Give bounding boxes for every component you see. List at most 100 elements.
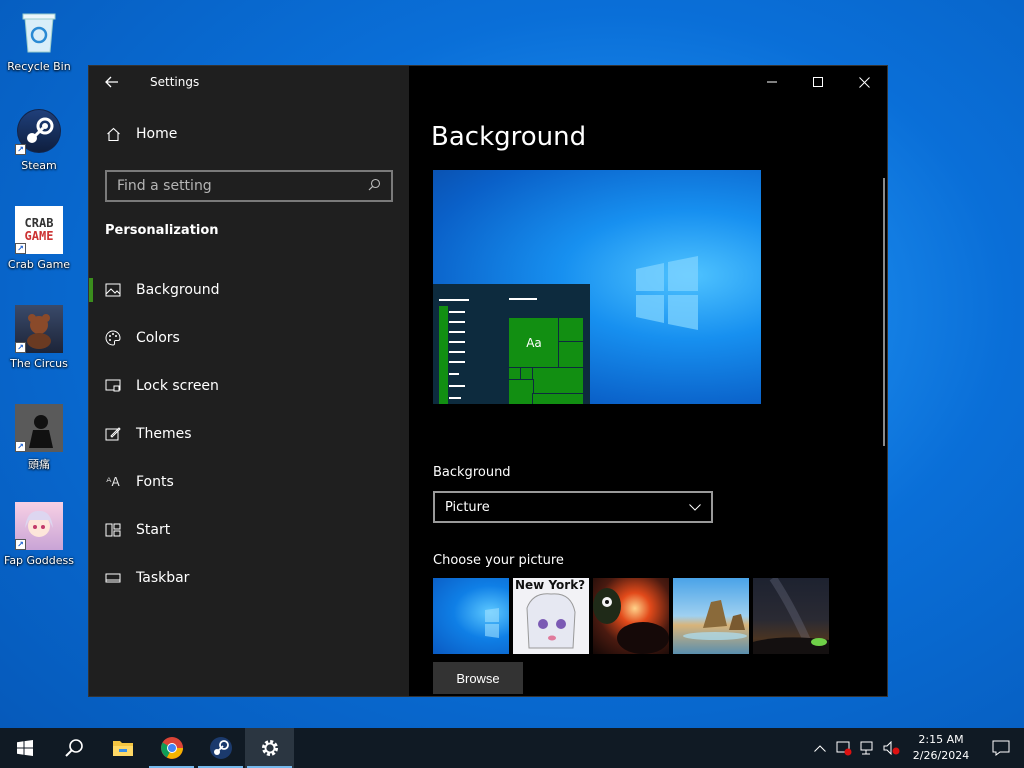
shortcut-arrow-icon: ↗	[15, 342, 26, 353]
chrome-button[interactable]	[147, 728, 196, 768]
page-title: Background	[431, 122, 587, 152]
steam-icon: ↗	[15, 107, 63, 155]
taskbar-clock[interactable]: 2:15 AM 2/26/2024	[910, 732, 972, 764]
security-alert-icon[interactable]	[832, 728, 856, 768]
content-scrollbar[interactable]	[883, 178, 885, 446]
desktop-icon-label: Steam	[21, 159, 57, 172]
system-tray: 2:15 AM 2/26/2024	[808, 728, 1024, 768]
home-label: Home	[136, 126, 178, 142]
section-title: Personalization	[105, 223, 219, 238]
desktop-icon-label: Recycle Bin	[7, 60, 71, 73]
window-controls	[749, 66, 887, 98]
desktop-icon-recycle-bin[interactable]: Recycle Bin	[2, 8, 76, 73]
find-setting-search[interactable]: Find a setting	[105, 170, 393, 202]
nav-item-fonts[interactable]: ᴬA Fonts	[89, 458, 409, 506]
file-explorer-icon	[112, 741, 133, 756]
volume-muted-icon[interactable]	[880, 728, 904, 768]
close-button[interactable]	[841, 66, 887, 98]
nav-item-background[interactable]: Background	[89, 266, 409, 314]
nav-item-themes[interactable]: Themes	[89, 410, 409, 458]
preview-start-menu: Aa	[433, 284, 590, 404]
nav-label: Fonts	[136, 474, 174, 490]
thumbnail-anime-new-york[interactable]: New York?	[513, 578, 589, 654]
nav-label: Start	[136, 522, 171, 538]
clock-date: 2/26/2024	[912, 749, 970, 762]
desktop-icon-fap-goddess[interactable]: ↗ Fap Goddess	[2, 502, 76, 567]
nav-item-lock-screen[interactable]: Lock screen	[89, 362, 409, 410]
desktop-icon-label: Fap Goddess	[4, 554, 74, 567]
nav-label: Taskbar	[136, 570, 190, 586]
nav-label: Colors	[136, 330, 180, 346]
desktop-icon-steam[interactable]: ↗ Steam	[2, 107, 76, 172]
home-link[interactable]: Home	[105, 126, 177, 142]
settings-icon	[261, 740, 278, 756]
nav-item-start[interactable]: Start	[89, 506, 409, 554]
palette-icon	[105, 330, 121, 346]
start-icon	[105, 522, 121, 538]
notification-center-button[interactable]	[978, 728, 1024, 768]
thumbnail-beach-rocks[interactable]	[673, 578, 749, 654]
browse-button[interactable]: Browse	[433, 662, 523, 694]
file-explorer-button[interactable]	[98, 728, 147, 768]
desktop-icon-label: The Circus	[10, 357, 68, 370]
thumbnail-space-meme[interactable]	[593, 578, 669, 654]
background-label: Background	[433, 465, 511, 480]
recycle-bin-icon	[15, 8, 63, 56]
close-icon	[858, 76, 870, 88]
image-icon	[105, 282, 121, 298]
steam-taskbar-button[interactable]	[196, 728, 245, 768]
desktop-icon-zutsuu[interactable]: ↗ 頭痛	[2, 404, 76, 472]
crab-game-icon: CRAB GAME ↗	[15, 206, 63, 254]
back-button[interactable]	[89, 66, 135, 98]
nav-label: Background	[136, 282, 220, 298]
settings-sidebar: Settings Home Find a setting Personaliza…	[89, 66, 409, 696]
shortcut-arrow-icon: ↗	[15, 243, 26, 254]
chrome-icon	[160, 737, 183, 759]
picture-thumbnails: New York?	[433, 578, 829, 654]
search-placeholder: Find a setting	[117, 178, 212, 194]
start-button[interactable]	[0, 728, 49, 768]
start-icon	[16, 740, 33, 756]
clock-time: 2:15 AM	[918, 733, 964, 746]
shortcut-arrow-icon: ↗	[15, 539, 26, 550]
thumbnail-night-sky[interactable]	[753, 578, 829, 654]
settings-taskbar-button[interactable]	[245, 728, 294, 768]
search-button[interactable]	[49, 728, 98, 768]
windows-logo-icon	[636, 256, 698, 330]
home-icon	[105, 126, 121, 142]
thumbnail-windows-blue[interactable]	[433, 578, 509, 654]
settings-content: Background Aa Background Picture Choose …	[409, 66, 887, 696]
chevron-up-icon[interactable]	[808, 728, 832, 768]
maximize-button[interactable]	[795, 66, 841, 98]
window-title: Settings	[150, 75, 200, 89]
network-icon[interactable]	[856, 728, 880, 768]
search-icon	[368, 178, 381, 195]
the-circus-icon: ↗	[15, 305, 63, 353]
choose-picture-label: Choose your picture	[433, 553, 564, 568]
maximize-icon	[813, 77, 823, 87]
minimize-icon	[767, 81, 777, 83]
fap-goddess-icon: ↗	[15, 502, 63, 550]
desktop-icon-label: Crab Game	[7, 258, 71, 271]
zutsuu-icon: ↗	[15, 404, 63, 452]
desktop-icon-crab-game[interactable]: CRAB GAME ↗ Crab Game	[2, 206, 76, 271]
nav-item-taskbar[interactable]: Taskbar	[89, 554, 409, 602]
desktop-icon-the-circus[interactable]: ↗ The Circus	[2, 305, 76, 370]
title-bar: Settings	[89, 66, 409, 98]
nav-label: Lock screen	[136, 378, 219, 394]
shortcut-arrow-icon: ↗	[15, 144, 26, 155]
background-preview: Aa	[433, 170, 761, 404]
chevron-down-icon	[689, 500, 701, 515]
notification-icon	[992, 740, 1010, 756]
nav-item-colors[interactable]: Colors	[89, 314, 409, 362]
minimize-button[interactable]	[749, 66, 795, 98]
steam-icon	[209, 737, 232, 759]
background-type-dropdown[interactable]: Picture	[433, 491, 713, 523]
preview-tile: Aa	[509, 318, 559, 368]
back-arrow-icon	[105, 76, 118, 88]
desktop-icon-label: 頭痛	[28, 458, 50, 471]
themes-icon	[105, 426, 121, 442]
settings-window: Settings Home Find a setting Personaliza…	[88, 65, 888, 697]
taskbar: 2:15 AM 2/26/2024	[0, 728, 1024, 768]
lock-screen-icon	[105, 378, 121, 394]
